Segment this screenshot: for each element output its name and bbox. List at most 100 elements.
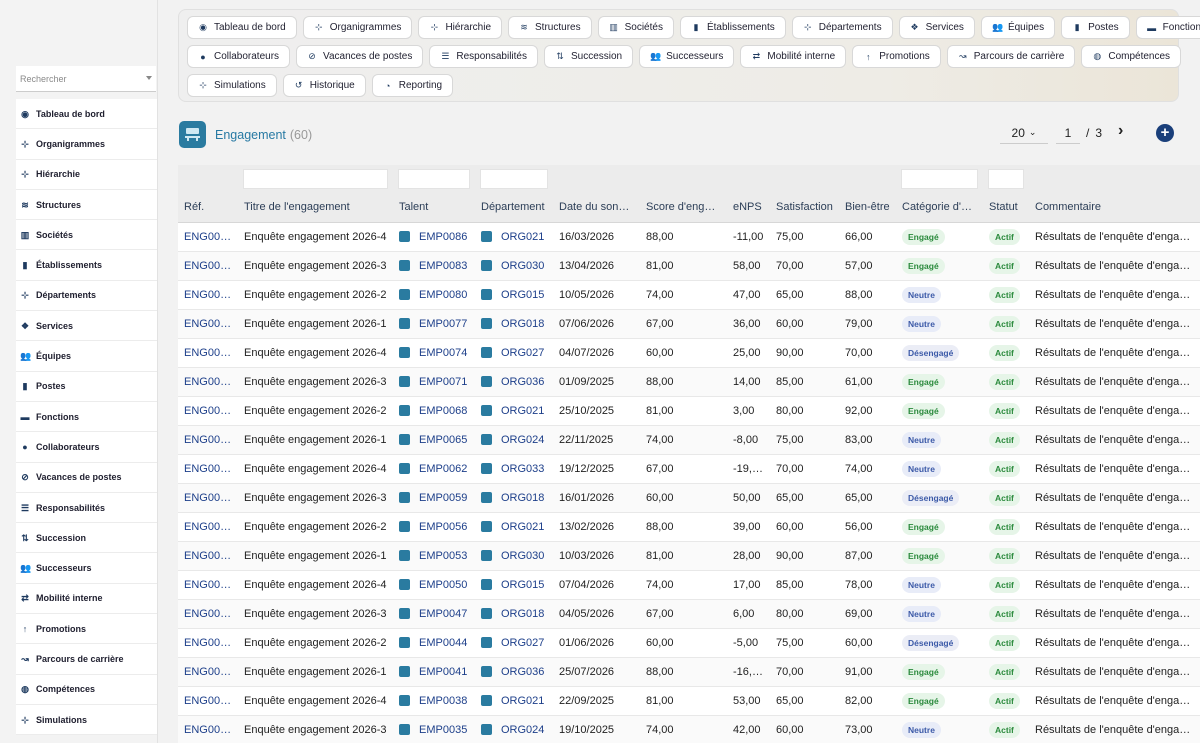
sidebar-item-successeurs[interactable]: 👥 Successeurs xyxy=(16,553,157,584)
chip-hierarchie[interactable]: ⊹ Hiérarchie xyxy=(418,16,503,39)
chip-organigrammes[interactable]: ⊹ Organigrammes xyxy=(302,16,413,39)
add-record-button[interactable]: + xyxy=(1156,124,1174,142)
department-link[interactable]: ORG030 xyxy=(501,550,544,562)
chip-reporting[interactable]: ◔ Reporting xyxy=(371,74,454,97)
filter-input-titre-de-l-engagement[interactable] xyxy=(243,169,388,189)
column-header-titre-de-l-engagement[interactable]: Titre de l'engagement xyxy=(238,193,393,223)
ref-link[interactable]: ENG0049 xyxy=(178,541,238,571)
table-row[interactable]: ENG0060 Enquête engagement 2026-4 EMP0086 O… xyxy=(178,222,1200,252)
department-link[interactable]: ORG030 xyxy=(501,260,544,272)
ref-link[interactable]: ENG0058 xyxy=(178,280,238,310)
column-header-commentaire[interactable]: Commentaire xyxy=(1029,193,1200,223)
ref-link[interactable]: ENG0046 xyxy=(178,628,238,658)
talent-link[interactable]: EMP0044 xyxy=(419,637,467,649)
department-link[interactable]: ORG018 xyxy=(501,492,544,504)
department-link[interactable]: ORG015 xyxy=(501,289,544,301)
table-row[interactable]: ENG0045 Enquête engagement 2026-1 EMP0041 O… xyxy=(178,657,1200,687)
talent-link[interactable]: EMP0035 xyxy=(419,724,467,736)
ref-link[interactable]: ENG0052 xyxy=(178,454,238,484)
talent-link[interactable]: EMP0077 xyxy=(419,318,467,330)
chip-fonctions[interactable]: ▬ Fonctions xyxy=(1135,16,1200,39)
page-size-select[interactable]: 20 ⌄ xyxy=(1000,122,1048,144)
table-row[interactable]: ENG0048 Enquête engagement 2026-4 EMP0050 O… xyxy=(178,570,1200,600)
ref-link[interactable]: ENG0045 xyxy=(178,657,238,687)
table-row[interactable]: ENG0056 Enquête engagement 2026-4 EMP0074 O… xyxy=(178,338,1200,368)
ref-link[interactable]: ENG0051 xyxy=(178,483,238,513)
talent-link[interactable]: EMP0059 xyxy=(419,492,467,504)
filter-input-talent[interactable] xyxy=(398,169,470,189)
talent-link[interactable]: EMP0047 xyxy=(419,608,467,620)
sidebar-item-vacances-de-postes[interactable]: ⊘ Vacances de postes xyxy=(16,463,157,493)
column-header-bien-etre[interactable]: Bien-être xyxy=(839,193,896,223)
table-row[interactable]: ENG0044 Enquête engagement 2026-4 EMP0038 O… xyxy=(178,686,1200,716)
department-link[interactable]: ORG015 xyxy=(501,579,544,591)
chip-departements[interactable]: ⊹ Départements xyxy=(791,16,893,39)
talent-link[interactable]: EMP0050 xyxy=(419,579,467,591)
table-row[interactable]: ENG0049 Enquête engagement 2026-1 EMP0053 O… xyxy=(178,541,1200,571)
talent-link[interactable]: EMP0065 xyxy=(419,434,467,446)
column-header-statut[interactable]: Statut xyxy=(983,193,1029,223)
ref-link[interactable]: ENG0059 xyxy=(178,251,238,281)
table-row[interactable]: ENG0059 Enquête engagement 2026-3 EMP0083 O… xyxy=(178,251,1200,281)
sidebar-item-mobilite-interne[interactable]: ⇄ Mobilité interne xyxy=(16,584,157,615)
sidebar-item-departements[interactable]: ⊹ Départements xyxy=(16,281,157,312)
table-row[interactable]: ENG0054 Enquête engagement 2026-2 EMP0068 O… xyxy=(178,396,1200,426)
talent-link[interactable]: EMP0053 xyxy=(419,550,467,562)
column-header-talent[interactable]: Talent xyxy=(393,193,475,223)
talent-link[interactable]: EMP0083 xyxy=(419,260,467,272)
column-header-categorie-d-engagement[interactable]: Catégorie d'engagement xyxy=(896,193,983,223)
department-link[interactable]: ORG024 xyxy=(501,434,544,446)
talent-link[interactable]: EMP0086 xyxy=(419,231,467,243)
sidebar-item-collaborateurs[interactable]: ● Collaborateurs xyxy=(16,432,157,463)
sidebar-item-fonctions[interactable]: ▬ Fonctions xyxy=(16,402,157,433)
column-header-ref[interactable]: Réf. xyxy=(178,193,238,223)
department-link[interactable]: ORG027 xyxy=(501,347,544,359)
ref-link[interactable]: ENG0055 xyxy=(178,367,238,397)
sidebar-item-structures[interactable]: ≋ Structures xyxy=(16,190,157,221)
department-link[interactable]: ORG021 xyxy=(501,405,544,417)
talent-link[interactable]: EMP0074 xyxy=(419,347,467,359)
ref-link[interactable]: ENG0053 xyxy=(178,425,238,455)
table-row[interactable]: ENG0043 Enquête engagement 2026-3 EMP0035 O… xyxy=(178,715,1200,743)
chip-structures[interactable]: ≋ Structures xyxy=(508,16,592,39)
table-row[interactable]: ENG0058 Enquête engagement 2026-2 EMP0080 O… xyxy=(178,280,1200,310)
sidebar-item-services[interactable]: ❖ Services xyxy=(16,311,157,342)
table-row[interactable]: ENG0051 Enquête engagement 2026-3 EMP0059 O… xyxy=(178,483,1200,513)
ref-link[interactable]: ENG0044 xyxy=(178,686,238,716)
table-row[interactable]: ENG0047 Enquête engagement 2026-3 EMP0047 O… xyxy=(178,599,1200,629)
sidebar-item-responsabilites[interactable]: ☰ Responsabilités xyxy=(16,493,157,524)
department-link[interactable]: ORG021 xyxy=(501,521,544,533)
ref-link[interactable]: ENG0043 xyxy=(178,715,238,743)
department-link[interactable]: ORG036 xyxy=(501,666,544,678)
sidebar-item-societes[interactable]: ▥ Sociétés xyxy=(16,220,157,251)
table-row[interactable]: ENG0055 Enquête engagement 2026-3 EMP0071 O… xyxy=(178,367,1200,397)
chip-mobilite-interne[interactable]: ⇄ Mobilité interne xyxy=(740,45,847,68)
chip-services[interactable]: ❖ Services xyxy=(898,16,975,39)
column-header-date-du-sondage[interactable]: Date du sondage xyxy=(553,193,640,223)
ref-link[interactable]: ENG0054 xyxy=(178,396,238,426)
talent-link[interactable]: EMP0068 xyxy=(419,405,467,417)
department-link[interactable]: ORG033 xyxy=(501,463,544,475)
column-header-satisfaction[interactable]: Satisfaction xyxy=(770,193,839,223)
next-page-chevron-icon[interactable]: › xyxy=(1118,122,1123,140)
talent-link[interactable]: EMP0062 xyxy=(419,463,467,475)
talent-link[interactable]: EMP0056 xyxy=(419,521,467,533)
sidebar-item-hierarchie[interactable]: ⊹ Hiérarchie xyxy=(16,160,157,190)
ref-link[interactable]: ENG0056 xyxy=(178,338,238,368)
chip-postes[interactable]: ▮ Postes xyxy=(1061,16,1130,39)
chip-vacances-de-postes[interactable]: ⊘ Vacances de postes xyxy=(296,45,424,68)
column-header-departement[interactable]: Département xyxy=(475,193,553,223)
chip-succession[interactable]: ⇅ Succession xyxy=(543,45,634,68)
chip-successeurs[interactable]: 👥 Successeurs xyxy=(639,45,735,68)
chip-tableau-de-bord[interactable]: ◉ Tableau de bord xyxy=(187,16,297,39)
sidebar-item-parcours-de-carriere[interactable]: ↝ Parcours de carrière xyxy=(16,644,157,675)
department-link[interactable]: ORG027 xyxy=(501,637,544,649)
ref-link[interactable]: ENG0060 xyxy=(178,222,238,252)
table-row[interactable]: ENG0052 Enquête engagement 2026-4 EMP0062 O… xyxy=(178,454,1200,484)
talent-link[interactable]: EMP0080 xyxy=(419,289,467,301)
sidebar-item-organigrammes[interactable]: ⊹ Organigrammes xyxy=(16,129,157,160)
ref-link[interactable]: ENG0050 xyxy=(178,512,238,542)
chip-parcours-de-carriere[interactable]: ↝ Parcours de carrière xyxy=(946,45,1076,68)
talent-link[interactable]: EMP0041 xyxy=(419,666,467,678)
table-row[interactable]: ENG0053 Enquête engagement 2026-1 EMP0065 O… xyxy=(178,425,1200,455)
